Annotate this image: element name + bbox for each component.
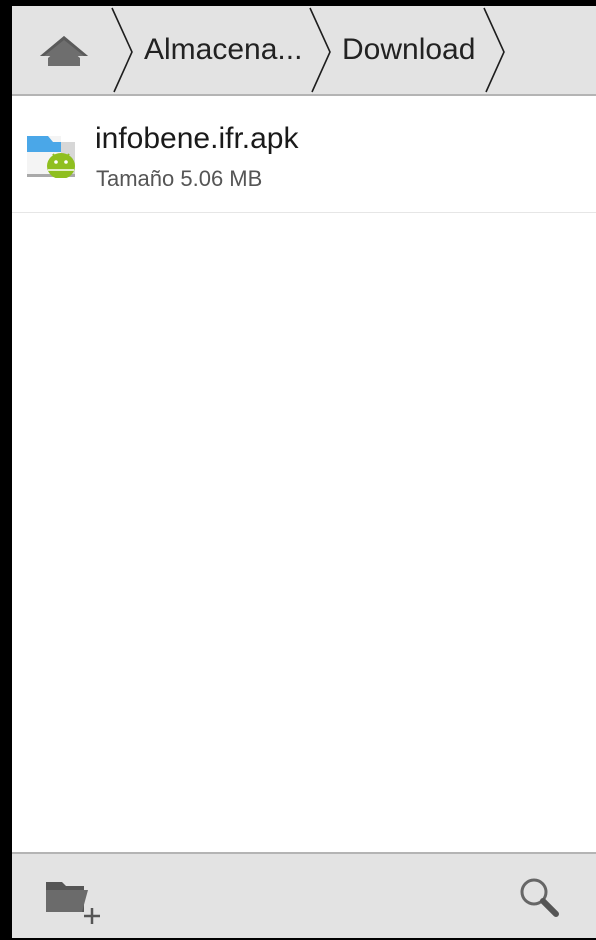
breadcrumb: Almacena... Download (12, 6, 596, 96)
breadcrumb-item-download[interactable]: Download (342, 6, 490, 94)
apk-file-icon (27, 136, 75, 178)
file-name: infobene.ifr.apk (95, 122, 299, 155)
search-icon (520, 878, 559, 917)
breadcrumb-separator (111, 7, 133, 93)
file-manager-screen: Almacena... Download infobene.ifr.apk Ta… (12, 6, 596, 938)
file-list: infobene.ifr.apk Tamaño 5.06 MB (12, 96, 596, 213)
new-folder-button[interactable] (36, 870, 108, 926)
breadcrumb-separator (483, 7, 505, 93)
search-button[interactable] (510, 868, 570, 928)
breadcrumb-item-storage[interactable]: Almacena... (144, 6, 312, 94)
list-item[interactable]: infobene.ifr.apk Tamaño 5.06 MB (12, 96, 596, 213)
file-size: Tamaño 5.06 MB (96, 166, 263, 191)
breadcrumb-separator (309, 7, 331, 93)
bottom-toolbar (12, 852, 596, 938)
new-folder-icon (46, 882, 100, 924)
home-icon (40, 36, 88, 66)
